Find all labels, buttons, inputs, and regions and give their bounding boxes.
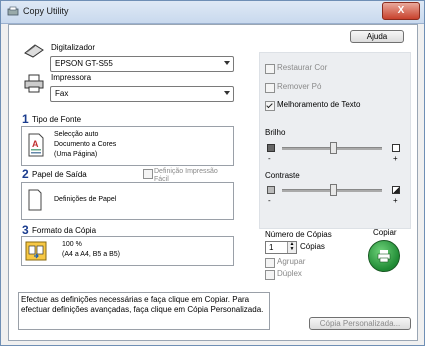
step-1-number: 1 — [22, 112, 29, 126]
title-bar: Copy Utility X — [1, 1, 424, 24]
info-box: Efectue as definições necessárias e faça… — [18, 292, 270, 330]
copy-size-label: Formato da Cópia — [32, 226, 97, 235]
copies-unit: Cópias — [300, 242, 325, 251]
printer-icon — [24, 74, 44, 93]
paper-settings-button[interactable]: Definições de Papel — [21, 182, 234, 220]
brightness-light-icon — [392, 144, 400, 152]
duplex-checkbox[interactable] — [265, 270, 275, 280]
svg-text:A: A — [32, 139, 39, 149]
remove-dust-checkbox[interactable] — [265, 83, 275, 93]
printer-label: Impressora — [51, 73, 92, 82]
restore-color-label: Restaurar Cor — [277, 63, 328, 72]
contrast-low-icon — [267, 186, 275, 194]
scanner-label: Digitalizador — [51, 43, 96, 52]
copy-size-line-1: 100 % — [62, 241, 82, 248]
source-type-line-1: Selecção auto — [54, 131, 99, 138]
main-area: Ajuda Digitalizador EPSON GT-S55 Impress… — [8, 24, 418, 341]
brightness-label: Brilho — [265, 128, 286, 137]
printer-icon — [377, 250, 391, 263]
chevron-down-icon — [224, 61, 230, 65]
text-enhancement-checkbox[interactable] — [265, 101, 275, 111]
app-icon — [7, 6, 19, 16]
collate-label: Agrupar — [277, 257, 306, 266]
help-button[interactable]: Ajuda — [350, 30, 404, 43]
copies-label: Número de Cópias — [265, 230, 332, 239]
copy-size-button[interactable]: 100 % (A4 a A4, B5 a B5) — [21, 236, 234, 266]
remove-dust-label: Remover Pó — [277, 82, 322, 91]
copy-size-line-2: (A4 a A4, B5 a B5) — [62, 251, 120, 258]
brightness-slider[interactable] — [330, 142, 337, 154]
brightness-plus: + — [393, 154, 398, 163]
easy-print-checkbox[interactable] — [143, 169, 153, 179]
copy-utility-window: Copy Utility X Ajuda Digitalizador EPSON… — [0, 0, 425, 346]
source-type-line-3: (Uma Página) — [54, 151, 98, 158]
contrast-plus: + — [393, 196, 398, 205]
document-icon: A — [28, 133, 44, 157]
image-options-panel: Restaurar Cor Remover Pó Melhoramento de… — [259, 52, 411, 229]
custom-copy-button[interactable]: Cópia Personalizada... — [309, 317, 411, 330]
window-title: Copy Utility — [23, 6, 69, 16]
copy-button-label: Copiar — [373, 228, 397, 237]
restore-color-checkbox[interactable] — [265, 64, 275, 74]
brightness-dark-icon — [267, 144, 275, 152]
close-button[interactable]: X — [382, 2, 420, 20]
copies-spinner[interactable]: ▲ ▼ — [287, 242, 296, 253]
scanner-icon — [24, 44, 44, 58]
copy-button[interactable] — [368, 240, 400, 272]
chevron-down-icon — [224, 91, 230, 95]
info-text: Efectue as definições necessárias e faça… — [21, 295, 264, 314]
paper-settings-text: Definições de Papel — [54, 196, 117, 203]
contrast-high-icon — [392, 186, 400, 194]
copies-input[interactable]: 1 ▲ ▼ — [265, 241, 297, 254]
text-enhancement-label: Melhoramento de Texto — [277, 100, 361, 109]
duplex-label: Dúplex — [277, 269, 302, 278]
source-type-button[interactable]: A Selecção auto Documento a Cores (Uma P… — [21, 126, 234, 166]
resize-icon — [25, 241, 47, 261]
step-3-number: 3 — [22, 223, 29, 237]
collate-checkbox[interactable] — [265, 258, 275, 268]
contrast-label: Contraste — [265, 171, 300, 180]
output-paper-label: Papel de Saída — [32, 170, 87, 179]
brightness-minus: - — [268, 154, 271, 163]
contrast-minus: - — [268, 196, 271, 205]
scanner-select[interactable]: EPSON GT-S55 — [50, 56, 234, 72]
source-type-line-2: Documento a Cores — [54, 141, 117, 148]
paper-icon — [28, 189, 42, 211]
printer-select[interactable]: Fax — [50, 86, 234, 102]
contrast-slider[interactable] — [330, 184, 337, 196]
source-type-label: Tipo de Fonte — [32, 115, 82, 124]
step-2-number: 2 — [22, 167, 29, 181]
